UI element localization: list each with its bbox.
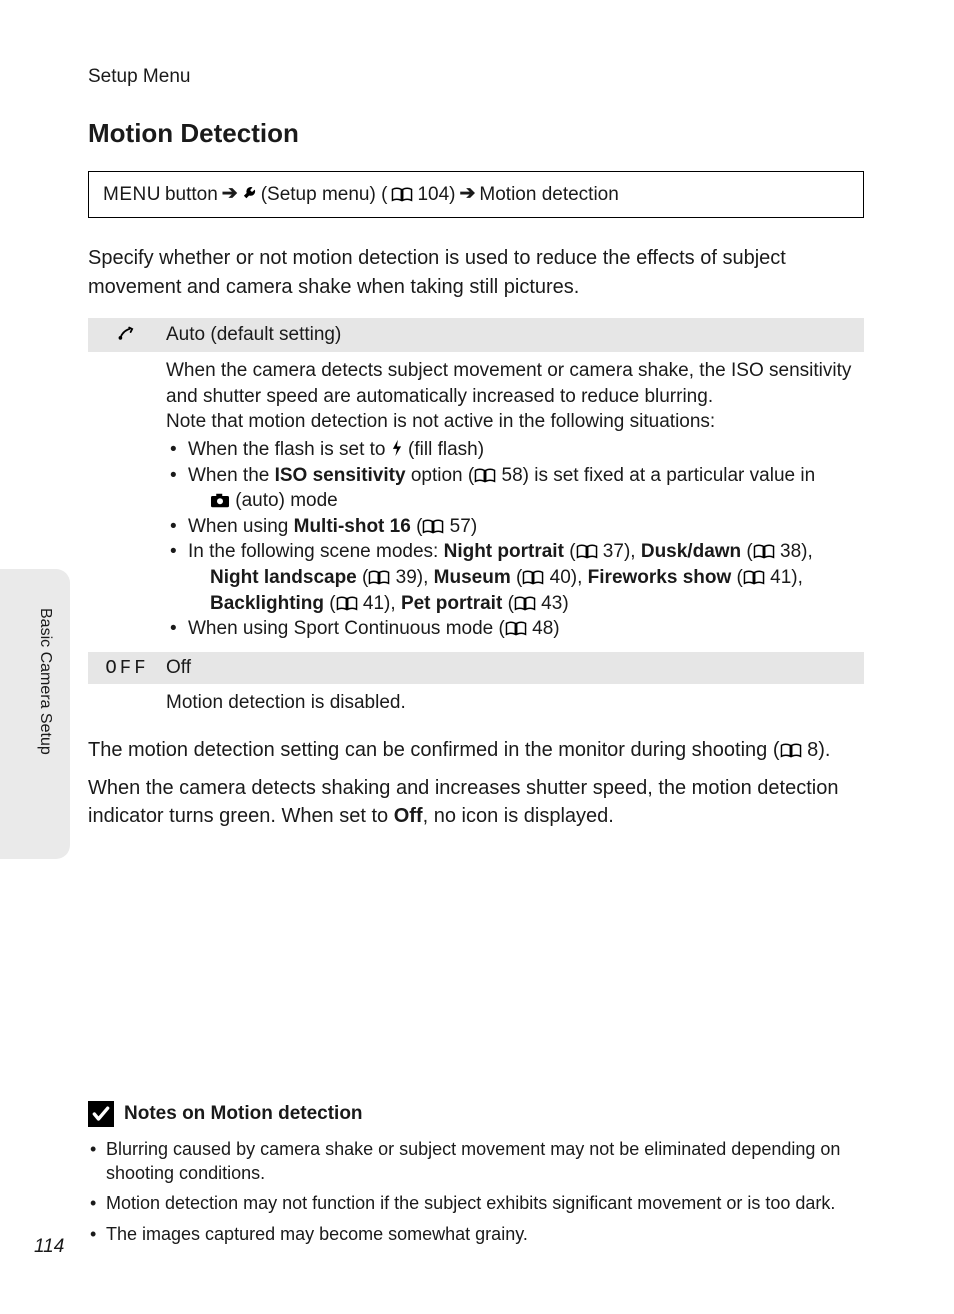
book-icon	[780, 743, 802, 758]
option-off-body: Motion detection is disabled.	[88, 684, 864, 726]
auto-line2: Note that motion detection is not active…	[166, 409, 854, 435]
auto-line1: When the camera detects subject movement…	[166, 358, 854, 409]
arrow-right-icon: ➔	[459, 182, 475, 205]
breadcrumb-nav: MENU button ➔ (Setup menu) ( 104) ➔ Moti…	[88, 171, 864, 218]
off-icon-text: OFF	[88, 657, 166, 679]
page-title: Motion Detection	[88, 118, 864, 149]
book-icon	[422, 519, 444, 534]
nav-dest: Motion detection	[479, 184, 618, 206]
auto-bullet-2: When the ISO sensitivity option ( 58) is…	[166, 463, 854, 514]
book-icon	[474, 468, 496, 483]
option-auto-body: When the camera detects subject movement…	[88, 352, 864, 652]
book-icon	[743, 570, 765, 585]
setup-menu-text: (Setup menu) (	[261, 184, 388, 206]
book-icon	[505, 621, 527, 636]
setup-ref: 104)	[417, 184, 455, 206]
menu-label: MENU	[103, 184, 161, 206]
wrench-icon	[242, 185, 257, 204]
notes-block: Notes on Motion detection Blurring cause…	[88, 1101, 864, 1252]
check-icon	[88, 1101, 114, 1127]
book-icon	[391, 187, 413, 202]
book-icon	[514, 596, 536, 611]
note-1: Blurring caused by camera shake or subje…	[88, 1137, 864, 1186]
arrow-right-icon: ➔	[222, 182, 238, 205]
auto-bullet-1: When the flash is set to (fill flash)	[166, 437, 854, 463]
book-icon	[336, 596, 358, 611]
book-icon	[522, 570, 544, 585]
option-auto-label: Auto (default setting)	[166, 324, 341, 346]
button-word: button	[165, 184, 218, 206]
book-icon	[368, 570, 390, 585]
note-2: Motion detection may not function if the…	[88, 1191, 864, 1215]
section-label: Setup Menu	[88, 66, 864, 88]
option-off-header: OFF Off	[88, 652, 864, 684]
flash-icon	[391, 439, 403, 457]
notes-title-text: Notes on Motion detection	[124, 1103, 363, 1125]
auto-bullet-3: When using Multi-shot 16 ( 57)	[166, 514, 854, 540]
book-icon	[576, 544, 598, 559]
para-indicator: When the camera detects shaking and incr…	[88, 774, 864, 830]
para-confirm: The motion detection setting can be conf…	[88, 736, 864, 764]
note-3: The images captured may become somewhat …	[88, 1222, 864, 1246]
intro-text: Specify whether or not motion detection …	[88, 244, 864, 302]
camera-icon	[210, 493, 230, 508]
option-auto-header: Auto (default setting)	[88, 318, 864, 352]
auto-bullet-5: When using Sport Continuous mode ( 48)	[166, 616, 854, 642]
auto-bullet-4: In the following scene modes: Night port…	[166, 539, 854, 616]
page-number: 114	[34, 1236, 64, 1258]
option-off-label: Off	[166, 657, 191, 679]
motion-icon	[88, 323, 166, 347]
book-icon	[753, 544, 775, 559]
